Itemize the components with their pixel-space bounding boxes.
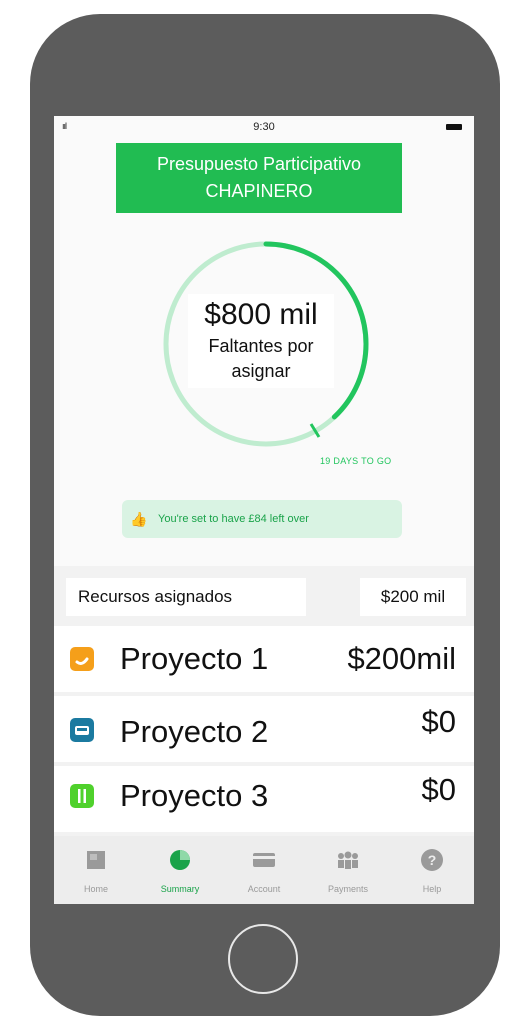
tab-payments[interactable]: Payments [306, 836, 390, 904]
tab-summary[interactable]: Summary [138, 836, 222, 904]
tab-label: Payments [327, 884, 369, 894]
status-time: 9:30 [253, 121, 275, 133]
home-button[interactable] [228, 924, 298, 994]
project-name: Proyecto 3 [120, 778, 269, 813]
days-left-label: 19 DAYS TO GO [320, 456, 392, 466]
app-screen: ııl 9:30 Presupuesto Participativo CHAPI… [54, 116, 474, 904]
project-row-1[interactable]: Proyecto 1 $200mil [54, 626, 474, 692]
battery-icon [446, 124, 462, 130]
budget-label-line2: asignar [231, 361, 291, 381]
project-value: $200mil [347, 641, 456, 676]
leftover-notice-text: You're set to have £84 left over [158, 513, 309, 525]
allocated-amount: $200 mil [360, 578, 466, 616]
pie-chart-icon [170, 850, 190, 870]
project-name: Proyecto 2 [120, 714, 269, 749]
page-title: Presupuesto Participativo [156, 154, 362, 174]
tab-label: Summary [160, 884, 200, 894]
tab-bar: Home Summary Account Payments ? Help [54, 836, 474, 904]
page-subtitle: CHAPINERO [205, 181, 313, 201]
tag-icon [70, 647, 94, 671]
home-icon [87, 851, 105, 869]
budget-summary: $800 mil Faltantes por asignar [188, 294, 334, 388]
status-bar: ııl 9:30 [54, 116, 474, 138]
page-title-banner: Presupuesto Participativo CHAPINERO [116, 143, 402, 213]
tab-account[interactable]: Account [222, 836, 306, 904]
project-name: Proyecto 1 [120, 641, 269, 676]
project-value: $0 [421, 704, 456, 739]
tab-label: Home [83, 884, 108, 894]
card-icon [253, 853, 275, 867]
fork-knife-icon [70, 784, 94, 808]
tab-label: Account [247, 884, 281, 894]
budget-amount: $800 mil [204, 298, 318, 331]
tab-help[interactable]: ? Help [390, 836, 474, 904]
project-row-3[interactable]: Proyecto 3 $0 [54, 766, 474, 832]
project-row-2[interactable]: Proyecto 2 $0 [54, 696, 474, 762]
svg-text:?: ? [428, 852, 437, 868]
project-value: $0 [421, 772, 456, 807]
tab-home[interactable]: Home [54, 836, 138, 904]
allocated-label: Recursos asignados [66, 578, 306, 616]
help-icon: ? [421, 849, 443, 871]
car-icon [70, 718, 94, 742]
leftover-notice: 👍 You're set to have £84 left over [122, 500, 402, 538]
people-icon [338, 851, 358, 869]
tab-label: Help [422, 884, 442, 894]
thumbs-up-icon: 👍 [130, 511, 148, 527]
